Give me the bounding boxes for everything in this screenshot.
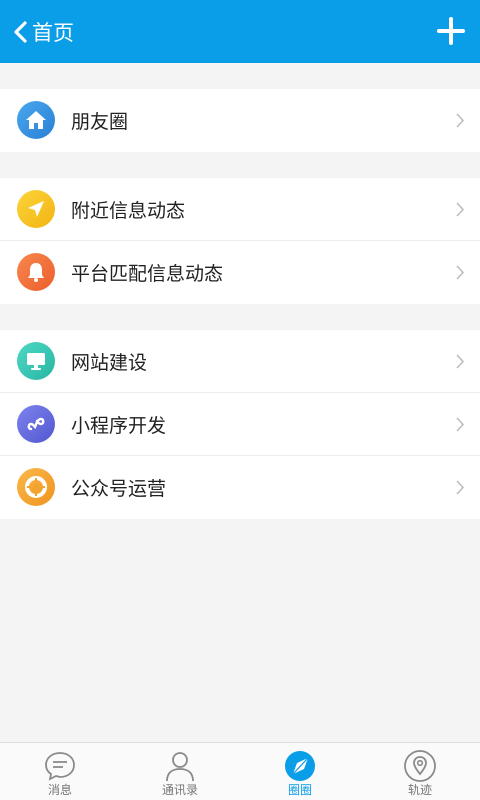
tab-contacts[interactable]: 通讯录: [120, 743, 240, 800]
tab-label: 消息: [47, 783, 72, 797]
menu-group-info: 附近信息动态 平台匹配信息动态: [0, 178, 480, 304]
chat-bubble-icon: [45, 752, 75, 781]
menu-item-label: 小程序开发: [71, 415, 167, 437]
tab-label: 轨迹: [407, 783, 432, 797]
back-button[interactable]: 首页: [12, 0, 74, 63]
menu-item-official-account-ops[interactable]: 公众号运营: [0, 456, 480, 519]
tab-label: 通讯录: [161, 783, 198, 797]
menu-item-label: 朋友圈: [71, 112, 129, 133]
map-pin-icon: [404, 750, 436, 782]
home-icon: [17, 101, 55, 139]
chevron-right-icon: [456, 202, 465, 217]
add-icon[interactable]: [434, 14, 468, 48]
top-nav-bar: 首页: [0, 0, 480, 63]
menu-item-platform-match-updates[interactable]: 平台匹配信息动态: [0, 241, 480, 304]
chevron-right-icon: [456, 354, 465, 369]
mini-program-icon: [17, 405, 55, 443]
menu-item-label: 平台匹配信息动态: [71, 264, 224, 285]
chevron-right-icon: [456, 113, 465, 128]
location-arrow-icon: [17, 190, 55, 228]
menu-item-label: 附近信息动态: [71, 200, 186, 222]
menu-group-social: 朋友圈: [0, 89, 480, 152]
chevron-right-icon: [456, 480, 465, 495]
lifebuoy-icon: [17, 468, 55, 506]
bell-icon: [17, 253, 55, 291]
chevron-right-icon: [456, 265, 465, 280]
bottom-tab-bar: 消息 通讯录 圈圈 轨迹: [0, 742, 480, 800]
compass-icon: [285, 751, 315, 781]
menu-item-nearby-updates[interactable]: 附近信息动态: [0, 178, 480, 241]
menu-item-label: 网站建设: [71, 352, 148, 374]
menu-item-moments[interactable]: 朋友圈: [0, 89, 480, 152]
tab-tracks[interactable]: 轨迹: [360, 743, 480, 800]
chevron-left-icon: [14, 20, 27, 43]
menu-item-mini-program-dev[interactable]: 小程序开发: [0, 393, 480, 456]
back-label: 首页: [32, 21, 74, 45]
monitor-icon: [17, 342, 55, 380]
menu-item-label: 公众号运营: [71, 479, 167, 500]
menu-group-services: 网站建设 小程序开发 公众号运营: [0, 330, 480, 519]
chevron-right-icon: [456, 417, 465, 432]
contacts-person-icon: [166, 752, 194, 782]
tab-label: 圈圈: [287, 783, 312, 797]
menu-item-website-building[interactable]: 网站建设: [0, 330, 480, 393]
tab-circle[interactable]: 圈圈: [240, 743, 360, 800]
tab-messages[interactable]: 消息: [0, 743, 120, 800]
